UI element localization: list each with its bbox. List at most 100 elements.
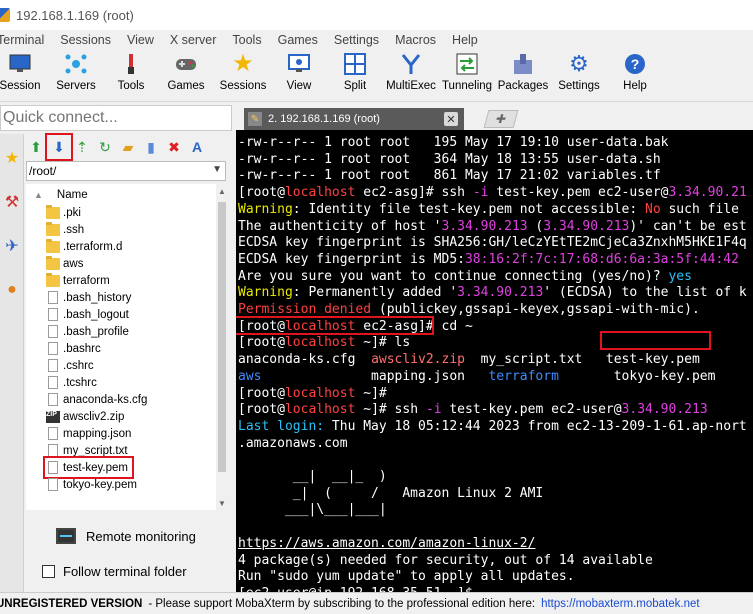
- multiexec-button[interactable]: MultiExec: [386, 52, 436, 100]
- new-file-icon[interactable]: ▮: [141, 137, 161, 157]
- view-button[interactable]: View: [283, 52, 315, 100]
- delete-icon[interactable]: ✖: [164, 137, 184, 157]
- folder-item[interactable]: aws: [46, 255, 83, 272]
- new-folder-icon[interactable]: ▰: [118, 137, 138, 157]
- terminal-text: test-key.pem ec2-user@: [488, 185, 669, 201]
- tunneling-icon: [455, 52, 479, 76]
- file-item[interactable]: mapping.json: [46, 425, 131, 442]
- terminal-line: 4 package(s) needed for security, out of…: [238, 553, 653, 569]
- terminal-text: 3.34.90.213: [457, 285, 544, 301]
- terminal-line: Are you sure you want to continue connec…: [238, 269, 692, 285]
- folder-item[interactable]: .pki: [46, 204, 81, 221]
- file-name: anaconda-ks.cfg: [63, 393, 148, 406]
- tunneling-button[interactable]: Tunneling: [442, 52, 492, 100]
- sftp-sidebar: ★ ⚒ ✈ ● ⬆ ⬇ ⇡ ↻ ▰ ▮ ✖ A /root/ ▼ ▲ Name …: [0, 102, 232, 592]
- file-item[interactable]: anaconda-ks.cfg: [46, 391, 147, 408]
- tools-tab-icon[interactable]: ⚒: [0, 182, 24, 222]
- session-button[interactable]: Session: [0, 52, 40, 100]
- file-name: .bash_logout: [63, 308, 129, 321]
- terminal-line: https://aws.amazon.com/amazon-linux-2/: [238, 536, 535, 552]
- terminal-line: Warning: Permanently added '3.34.90.213'…: [238, 285, 747, 301]
- quick-connect-input[interactable]: [1, 109, 231, 127]
- terminal-line: -rw-r--r-- 1 root root 861 May 17 21:02 …: [238, 168, 661, 184]
- terminal-text: [root@: [238, 402, 285, 418]
- file-icon: [48, 342, 58, 355]
- macros-tab-icon[interactable]: ✈: [0, 226, 24, 266]
- sftp-path-field[interactable]: /root/ ▼: [26, 161, 226, 181]
- follow-terminal-folder-checkbox[interactable]: [42, 565, 55, 578]
- monitor-icon: [56, 528, 76, 544]
- tab-ssh-session[interactable]: ✎ 2. 192.168.1.169 (root) ✕: [244, 108, 464, 130]
- scroll-up-icon[interactable]: ▲: [216, 184, 228, 198]
- menu-help[interactable]: Help: [452, 33, 478, 47]
- mobaxterm-logo-icon: [0, 8, 10, 22]
- menu-view[interactable]: View: [127, 33, 154, 47]
- scroll-down-icon[interactable]: ▼: [216, 496, 228, 510]
- terminal-text: tokyo-key.pem: [558, 368, 716, 384]
- file-name: test-key.pem: [63, 461, 128, 474]
- folder-item[interactable]: .terraform.d: [46, 238, 122, 255]
- file-item[interactable]: .cshrc: [46, 357, 94, 374]
- packages-button[interactable]: Packages: [498, 52, 548, 100]
- file-item[interactable]: .bash_logout: [46, 306, 129, 323]
- terminal-output[interactable]: -rw-r--r-- 1 root root 195 May 17 19:10 …: [236, 130, 753, 592]
- download-icon[interactable]: ⬇: [45, 133, 73, 161]
- menu-settings[interactable]: Settings: [334, 33, 379, 47]
- file-icon: [48, 359, 58, 372]
- new-tab-button[interactable]: ✚: [483, 110, 519, 128]
- folder-item[interactable]: .ssh: [46, 221, 84, 238]
- terminal-line: anaconda-ks.cfg awscliv2.zip my_script.t…: [238, 352, 700, 368]
- refresh-icon[interactable]: ↻: [95, 137, 115, 157]
- terminal-text: my_script.txt test-key.pem: [464, 352, 700, 368]
- settings-button[interactable]: ⚙ Settings: [558, 52, 600, 100]
- terminal-text: ' (ECDSA) to the list of k: [543, 285, 747, 301]
- menu-sessions[interactable]: Sessions: [60, 33, 111, 47]
- servers-button[interactable]: Servers: [54, 52, 98, 100]
- file-item[interactable]: .bash_profile: [46, 323, 129, 340]
- tab-label: 2. 192.168.1.169 (root): [268, 113, 380, 125]
- remote-monitoring-button[interactable]: Remote monitoring: [56, 528, 196, 544]
- folder-item[interactable]: terraform: [46, 272, 110, 289]
- file-icon: [48, 376, 58, 389]
- games-button[interactable]: Games: [167, 52, 205, 100]
- file-list-header[interactable]: ▲ Name: [26, 184, 216, 206]
- file-item[interactable]: .bash_history: [46, 289, 131, 306]
- file-name: .pki: [63, 206, 81, 219]
- sftp-toolbar: ⬆ ⬇ ⇡ ↻ ▰ ▮ ✖ A: [26, 133, 232, 161]
- terminal-text: [root@: [238, 385, 285, 401]
- sessions-star-tab-icon[interactable]: ★: [0, 138, 24, 178]
- terminal-text: -rw-r--r-- 1 root root 364 May 18 13:55 …: [238, 151, 661, 167]
- file-item[interactable]: my_script.txt: [46, 442, 128, 459]
- tools-button[interactable]: Tools: [114, 52, 148, 100]
- remote-monitoring-label: Remote monitoring: [86, 528, 196, 544]
- file-item[interactable]: ZIP awscliv2.zip: [46, 408, 124, 425]
- chevron-down-icon[interactable]: ▼: [212, 164, 222, 175]
- menu-games[interactable]: Games: [278, 33, 318, 47]
- file-list-scrollbar[interactable]: ▲ ▼: [216, 184, 228, 510]
- file-item[interactable]: test-key.pem: [43, 456, 134, 479]
- scrollbar-thumb[interactable]: [218, 202, 226, 472]
- menu-tools[interactable]: Tools: [232, 33, 261, 47]
- rename-icon[interactable]: A: [187, 137, 207, 157]
- follow-terminal-folder-option[interactable]: Follow terminal folder: [42, 564, 187, 579]
- terminal-text: mapping.json: [261, 368, 489, 384]
- upload-icon[interactable]: ⇡: [72, 137, 92, 157]
- file-item[interactable]: .bashrc: [46, 340, 101, 357]
- split-button[interactable]: Split: [340, 52, 370, 100]
- sessions-button[interactable]: ★ Sessions: [220, 50, 267, 100]
- star-icon: ★: [232, 50, 254, 77]
- parent-folder-icon[interactable]: ⬆: [26, 137, 46, 157]
- menu-x-server[interactable]: X server: [170, 33, 217, 47]
- file-item[interactable]: tokyo-key.pem: [46, 476, 137, 493]
- terminal-text: ec2-asg]# ssh: [355, 185, 473, 201]
- help-button[interactable]: ? Help: [620, 52, 650, 100]
- menu-terminal[interactable]: Terminal: [0, 33, 44, 47]
- terminal-text: Thu May 18 05:12:44 2023 from ec2-13-209…: [324, 418, 747, 434]
- folder-icon: [46, 255, 60, 270]
- close-icon[interactable]: ✕: [444, 112, 458, 126]
- file-icon: [48, 325, 58, 338]
- mobatek-link[interactable]: https://mobaxterm.mobatek.net: [541, 598, 700, 610]
- sftp-tab-icon[interactable]: ●: [0, 270, 24, 310]
- menu-macros[interactable]: Macros: [395, 33, 436, 47]
- file-item[interactable]: .tcshrc: [46, 374, 97, 391]
